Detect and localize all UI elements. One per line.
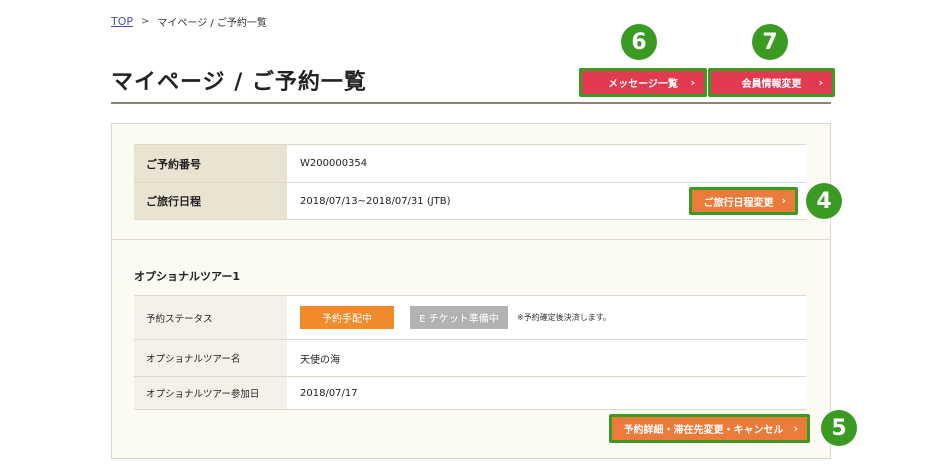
schedule-label: ご旅行日程 [134,183,287,219]
marker-6: 6 [621,24,657,60]
reservation-detail-button-label: 予約詳細・滞在先変更・キャンセル [623,425,784,436]
status-row: 予約ステータス 予約手配中 E チケット準備中 ※予約確定後決済します。 [134,295,806,339]
chevron-right-icon: › [690,75,695,89]
reservation-number-value: W200000354 [287,145,806,182]
tour-name-row: オプショナルツアー名 天使の海 [134,339,806,376]
section-divider [111,239,831,240]
reservation-number-row: ご予約番号 W200000354 [134,144,806,182]
status-badge-inactive: E チケット準備中 [410,306,508,329]
status-note: ※予約確定後決済します。 [517,313,611,322]
chevron-right-icon: › [781,194,786,208]
marker-7: 7 [752,24,788,60]
breadcrumb-current: マイページ / ご予約一覧 [157,18,267,29]
breadcrumb-separator-icon: > [141,16,150,27]
schedule-change-button[interactable]: ご旅行日程変更 › [692,190,795,212]
optional-tour-title: オプショナルツアー1 [134,270,240,283]
member-info-button-label: 会員情報変更 [741,79,802,90]
marker-4: 4 [806,183,842,219]
tour-date-label: オプショナルツアー参加日 [134,377,287,409]
member-info-button[interactable]: 会員情報変更 › [711,71,832,94]
status-value: 予約手配中 E チケット準備中 ※予約確定後決済します。 [287,296,806,339]
tour-date-row: オプショナルツアー参加日 2018/07/17 [134,376,806,410]
status-label: 予約ステータス [134,296,287,339]
tour-name-value: 天使の海 [287,340,806,376]
status-badge-active: 予約手配中 [300,306,394,329]
title-divider [111,102,831,104]
page-title: マイページ / ご予約一覧 [111,70,367,95]
reservation-detail-button[interactable]: 予約詳細・滞在先変更・キャンセル › [612,417,807,440]
reservation-number-label: ご予約番号 [134,145,287,182]
schedule-value-text: 2018/07/13~2018/07/31 (JTB) [300,195,451,207]
chevron-right-icon: › [818,75,823,89]
tour-name-label: オプショナルツアー名 [134,340,287,376]
tour-date-value: 2018/07/17 [287,377,806,409]
breadcrumb: TOP > マイページ / ご予約一覧 [111,14,267,29]
messages-button[interactable]: メッセージ一覧 › [582,71,704,94]
schedule-change-button-label: ご旅行日程変更 [703,197,774,209]
messages-button-label: メッセージ一覧 [608,79,678,90]
marker-5: 5 [821,410,857,446]
chevron-right-icon: › [793,421,798,435]
breadcrumb-home-link[interactable]: TOP [111,15,133,28]
